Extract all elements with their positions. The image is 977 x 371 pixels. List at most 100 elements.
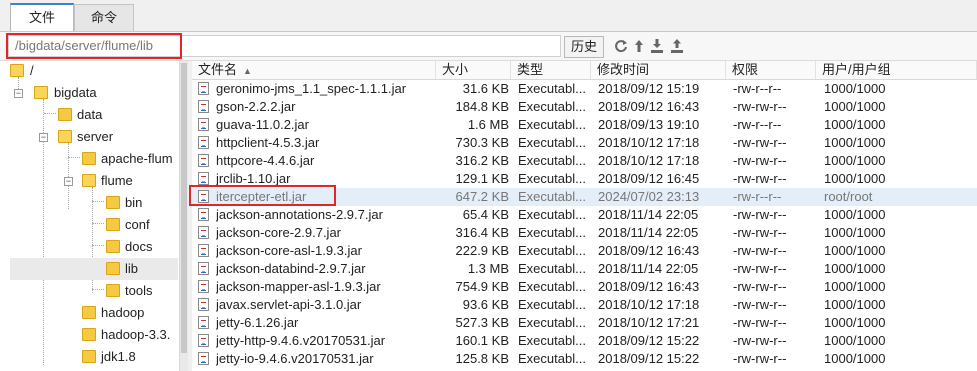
- file-list: 文件名 ▲ 大小 类型 修改时间 权限 用户/用户组 geronimo-jms_1…: [192, 61, 977, 371]
- cell-perm: -rw-rw-r--: [733, 225, 787, 240]
- tree-item-label: hadoop: [101, 305, 145, 320]
- cell-owner: 1000/1000: [824, 117, 886, 132]
- tree-item-flume[interactable]: − flume: [0, 170, 178, 192]
- jar-file-icon: [198, 100, 209, 113]
- tree-item-lib[interactable]: lib: [10, 258, 178, 280]
- cell-perm: -rw-rw-r--: [733, 243, 787, 258]
- cell-name: jetty-http-9.4.6.v20170531.jar: [216, 333, 386, 348]
- cell-perm: -rw-rw-r--: [733, 261, 787, 276]
- cell-type: Executabl...: [518, 99, 586, 114]
- table-row[interactable]: geronimo-jms_1.1_spec-1.1.1.jar 31.6 KB Ex…: [192, 80, 977, 98]
- cell-size: 160.1 KB: [455, 333, 510, 348]
- column-header-owner[interactable]: 用户/用户组: [816, 61, 977, 79]
- jar-file-icon: [198, 136, 209, 149]
- folder-icon: [82, 328, 96, 341]
- tree-item-docs[interactable]: docs: [0, 236, 178, 258]
- folder-open-icon: [10, 64, 24, 77]
- cell-name: jrclib-1.10.jar: [216, 171, 291, 186]
- tab-commands[interactable]: 命令: [74, 4, 134, 31]
- tree-item-conf[interactable]: conf: [0, 214, 178, 236]
- tree-item-apache-flume[interactable]: apache-flum: [0, 148, 178, 170]
- download-icon[interactable]: [650, 38, 664, 54]
- cell-size: 1.6 MB: [467, 117, 509, 132]
- tree-scrollbar[interactable]: [179, 61, 188, 371]
- cell-name: geronimo-jms_1.1_spec-1.1.1.jar: [216, 81, 407, 96]
- tree-item-bin[interactable]: bin: [0, 192, 178, 214]
- cell-type: Executabl...: [518, 225, 586, 240]
- tree-item-label: hadoop-3.3.: [101, 327, 171, 342]
- table-row[interactable]: javax.servlet-api-3.1.0.jar 93.6 KB Execut…: [192, 296, 977, 314]
- tree-item-server[interactable]: − server: [0, 126, 178, 148]
- table-row[interactable]: jetty-http-9.4.6.v20170531.jar 160.1 KB Ex…: [192, 332, 977, 350]
- table-row[interactable]: itercepter-etl.jar 647.2 KB Executabl... 20…: [192, 188, 977, 206]
- tree-item-jdk[interactable]: jdk1.8: [0, 346, 178, 368]
- cell-owner: 1000/1000: [824, 261, 886, 276]
- table-row[interactable]: jackson-core-2.9.7.jar 316.4 KB Executabl.…: [192, 224, 977, 242]
- cell-size: 125.8 KB: [455, 351, 510, 366]
- cell-perm: -rw-r--r--: [733, 81, 782, 96]
- tree-item-hadoop-3[interactable]: hadoop-3.3.: [0, 324, 178, 346]
- tree-item-tools[interactable]: tools: [0, 280, 178, 302]
- column-header-type[interactable]: 类型: [511, 61, 591, 79]
- tree-item-label: flume: [101, 173, 133, 188]
- tree-item-root[interactable]: /: [0, 61, 178, 82]
- upload-icon[interactable]: [670, 38, 684, 54]
- table-row[interactable]: jackson-annotations-2.9.7.jar 65.4 KB Exec…: [192, 206, 977, 224]
- cell-mtime: 2018/11/14 22:05: [598, 225, 699, 240]
- column-header-size[interactable]: 大小: [436, 61, 511, 79]
- tree-item-data[interactable]: data: [0, 104, 178, 126]
- collapse-icon[interactable]: −: [14, 89, 23, 98]
- cell-mtime: 2018/09/12 15:19: [598, 81, 700, 96]
- table-row[interactable]: jackson-databind-2.9.7.jar 1.3 MB Executab…: [192, 260, 977, 278]
- folder-icon: [106, 196, 120, 209]
- column-header-mtime[interactable]: 修改时间: [591, 61, 726, 79]
- table-row[interactable]: jrclib-1.10.jar 129.1 KB Executabl... 2018/…: [192, 170, 977, 188]
- collapse-icon[interactable]: −: [39, 133, 48, 142]
- cell-type: Executabl...: [518, 351, 586, 366]
- table-row[interactable]: jackson-core-asl-1.9.3.jar 222.9 KB Execut…: [192, 242, 977, 260]
- table-row[interactable]: jetty-6.1.26.jar 527.3 KB Executabl... 2018…: [192, 314, 977, 332]
- tree-item-bigdata[interactable]: − bigdata: [0, 82, 178, 104]
- path-input[interactable]: /bigdata/server/flume/lib: [8, 35, 561, 57]
- cell-name: jackson-core-asl-1.9.3.jar: [216, 243, 362, 258]
- cell-type: Executabl...: [518, 315, 586, 330]
- cell-type: Executabl...: [518, 189, 586, 204]
- cell-mtime: 2018/10/12 17:18: [598, 135, 700, 150]
- cell-owner: 1000/1000: [824, 243, 886, 258]
- cell-mtime: 2024/07/02 23:13: [598, 189, 700, 204]
- path-bar: /bigdata/server/flume/lib 历史: [0, 32, 977, 61]
- table-row[interactable]: jetty-io-9.4.6.v20170531.jar 125.8 KB Exec…: [192, 350, 977, 368]
- refresh-icon[interactable]: [614, 38, 628, 54]
- column-header-perm[interactable]: 权限: [726, 61, 816, 79]
- table-row[interactable]: guava-11.0.2.jar 1.6 MB Executabl... 2018/0…: [192, 116, 977, 134]
- cell-mtime: 2018/09/12 16:45: [598, 171, 700, 186]
- column-header-name[interactable]: 文件名 ▲: [192, 61, 436, 79]
- history-button[interactable]: 历史: [564, 36, 604, 58]
- cell-name: javax.servlet-api-3.1.0.jar: [216, 297, 362, 312]
- folder-open-icon: [34, 86, 48, 99]
- cell-owner: 1000/1000: [824, 135, 886, 150]
- cell-perm: -rw-rw-r--: [733, 99, 787, 114]
- cell-owner: 1000/1000: [824, 207, 886, 222]
- jar-file-icon: [198, 334, 209, 347]
- table-row[interactable]: gson-2.2.2.jar 184.8 KB Executabl... 2018/0…: [192, 98, 977, 116]
- up-icon[interactable]: [632, 38, 646, 54]
- cell-perm: -rw-rw-r--: [733, 207, 787, 222]
- table-row[interactable]: jackson-mapper-asl-1.9.3.jar 754.9 KB Exec…: [192, 278, 977, 296]
- cell-owner: root/root: [824, 189, 873, 204]
- cell-name: jackson-core-2.9.7.jar: [216, 225, 341, 240]
- cell-perm: -rw-rw-r--: [733, 351, 787, 366]
- cell-type: Executabl...: [518, 153, 586, 168]
- cell-name: jetty-6.1.26.jar: [216, 315, 299, 330]
- tree-item-label: lib: [125, 261, 139, 276]
- tree-item-hadoop[interactable]: hadoop: [0, 302, 178, 324]
- tab-files[interactable]: 文件: [10, 3, 74, 31]
- collapse-icon[interactable]: −: [64, 177, 73, 186]
- cell-perm: -rw-rw-r--: [733, 279, 787, 294]
- table-row[interactable]: httpclient-4.5.3.jar 730.3 KB Executabl...…: [192, 134, 977, 152]
- cell-owner: 1000/1000: [824, 153, 886, 168]
- cell-name: jackson-annotations-2.9.7.jar: [216, 207, 383, 222]
- scrollbar-thumb[interactable]: [181, 63, 187, 353]
- table-row[interactable]: httpcore-4.4.6.jar 316.2 KB Executabl... 20…: [192, 152, 977, 170]
- cell-perm: -rw-r--r--: [733, 189, 782, 204]
